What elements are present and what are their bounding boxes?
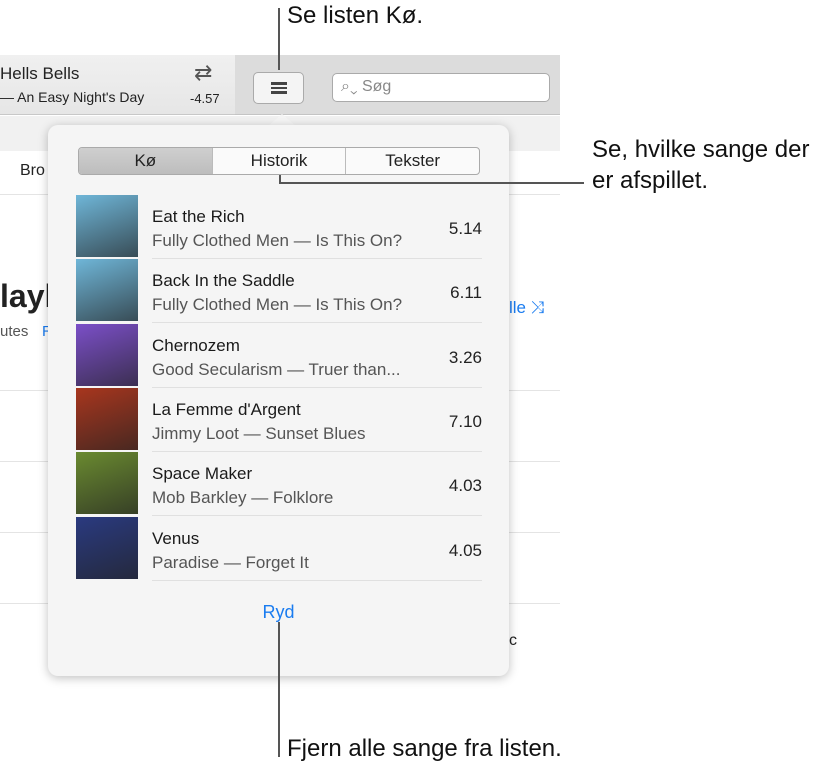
album-art xyxy=(76,259,138,322)
song-duration: 5.14 xyxy=(448,219,482,238)
tab-queue[interactable]: Kø xyxy=(79,148,213,174)
queue-song-row[interactable]: Back In the Saddle Fully Clothed Men — I… xyxy=(76,259,482,324)
song-title: La Femme d'Argent xyxy=(152,399,301,419)
song-artist-album: Fully Clothed Men — Is This On? xyxy=(152,295,403,315)
song-title: Venus xyxy=(152,528,200,548)
clear-button[interactable]: Ryd xyxy=(48,602,509,623)
album-art xyxy=(76,452,138,515)
song-artist-album: Jimmy Loot — Sunset Blues xyxy=(152,423,366,443)
queue-popover: Kø Historik Tekster Eat the Rich Fully C… xyxy=(48,125,509,676)
callout-clear: Fjern alle sange fra listen. xyxy=(287,735,562,762)
song-artist-album: Fully Clothed Men — Is This On? xyxy=(152,231,403,250)
callout-queue: Se listen Kø. xyxy=(287,2,424,29)
now-playing-title: Hells Bells xyxy=(0,64,80,83)
queue-song-row[interactable]: Chernozem Good Secularism — Truer than..… xyxy=(76,323,482,388)
playlist-heading: layl xyxy=(0,278,54,314)
playlist-meta: utes xyxy=(0,323,29,340)
tab-history[interactable]: Historik xyxy=(213,148,347,174)
song-title: Space Maker xyxy=(152,464,253,484)
song-title: Back In the Saddle xyxy=(152,271,295,291)
song-title: Chernozem xyxy=(152,335,240,355)
album-art xyxy=(76,387,138,450)
genre-cell: c xyxy=(509,632,517,649)
album-art xyxy=(76,516,138,579)
callout-history: Se, hvilke sange der er afspillet. xyxy=(592,136,810,194)
queue-tabs: Kø Historik Tekster xyxy=(78,147,480,175)
album-art xyxy=(76,323,138,386)
song-artist-album: Good Secularism — Truer than... xyxy=(152,359,401,379)
nav-browse[interactable]: Bro xyxy=(20,162,45,180)
song-duration: 4.03 xyxy=(448,476,482,496)
shuffle-button[interactable]: lle ⤨ xyxy=(509,298,544,318)
queue-song-row[interactable]: La Femme d'Argent Jimmy Loot — Sunset Bl… xyxy=(76,387,482,452)
album-art xyxy=(76,195,138,257)
search-input[interactable]: ⌕⌄ Søg xyxy=(332,73,550,102)
row-divider xyxy=(152,579,482,581)
queue-song-row[interactable]: Venus Paradise — Forget It 4.05 xyxy=(76,516,482,581)
song-duration: 7.10 xyxy=(448,411,482,431)
list-icon xyxy=(270,80,287,96)
search-placeholder: Søg xyxy=(361,78,392,95)
song-title: Eat the Rich xyxy=(152,207,245,226)
queue-song-row[interactable]: Eat the Rich Fully Clothed Men — Is This… xyxy=(76,195,482,259)
shuffle-icon: ⤨ xyxy=(530,298,545,317)
now-playing-subtitle: — An Easy Night's Day xyxy=(0,89,145,105)
song-artist-album: Paradise — Forget It xyxy=(152,552,309,572)
tab-lyrics[interactable]: Tekster xyxy=(346,148,479,174)
song-duration: 6.11 xyxy=(450,283,482,303)
queue-song-row[interactable]: Space Maker Mob Barkley — Folklore 4.03 xyxy=(76,452,482,517)
song-duration: 3.26 xyxy=(448,347,482,367)
song-artist-album: Mob Barkley — Folklore xyxy=(152,488,334,508)
queue-button[interactable] xyxy=(253,72,304,104)
search-icon: ⌕⌄ xyxy=(341,78,358,95)
repeat-icon[interactable]: ⇄ xyxy=(194,60,212,86)
song-duration: 4.05 xyxy=(448,540,482,560)
remaining-time: -4.57 xyxy=(190,91,220,106)
